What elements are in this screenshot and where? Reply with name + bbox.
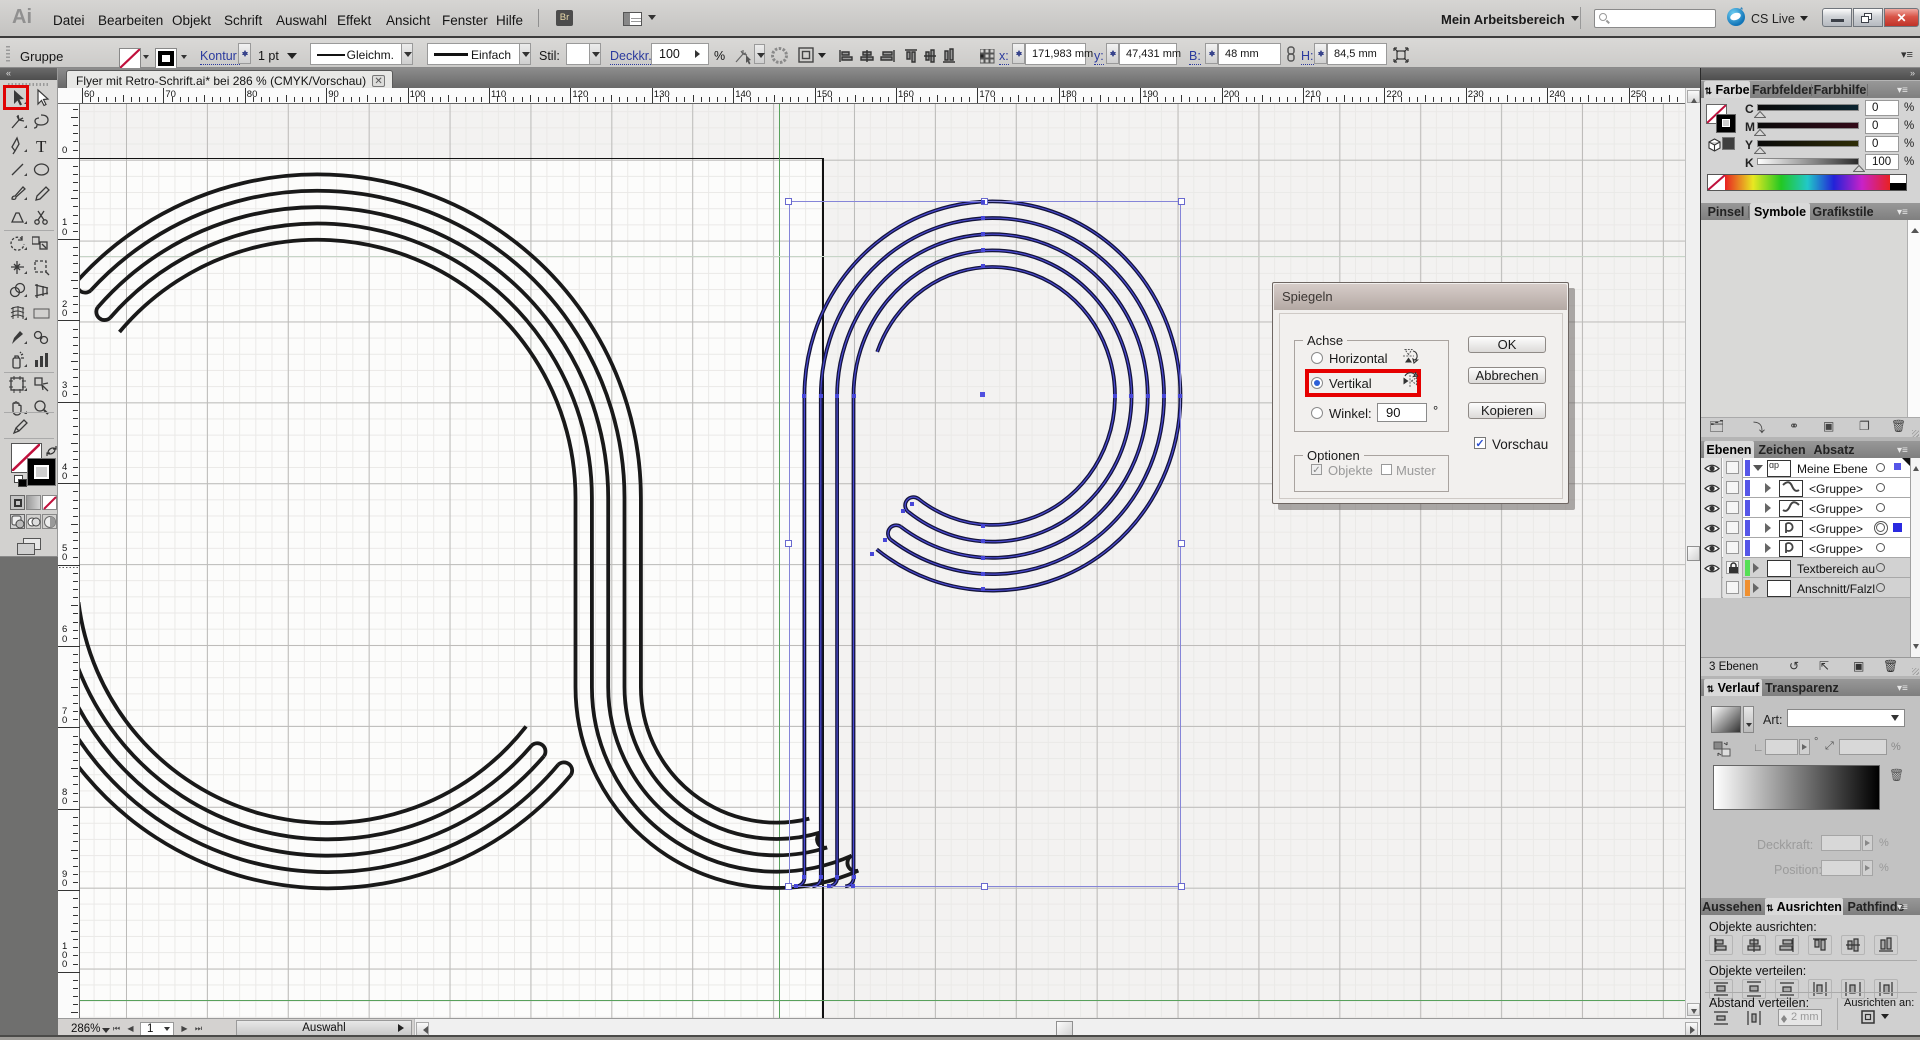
- svg-text:T: T: [36, 137, 47, 155]
